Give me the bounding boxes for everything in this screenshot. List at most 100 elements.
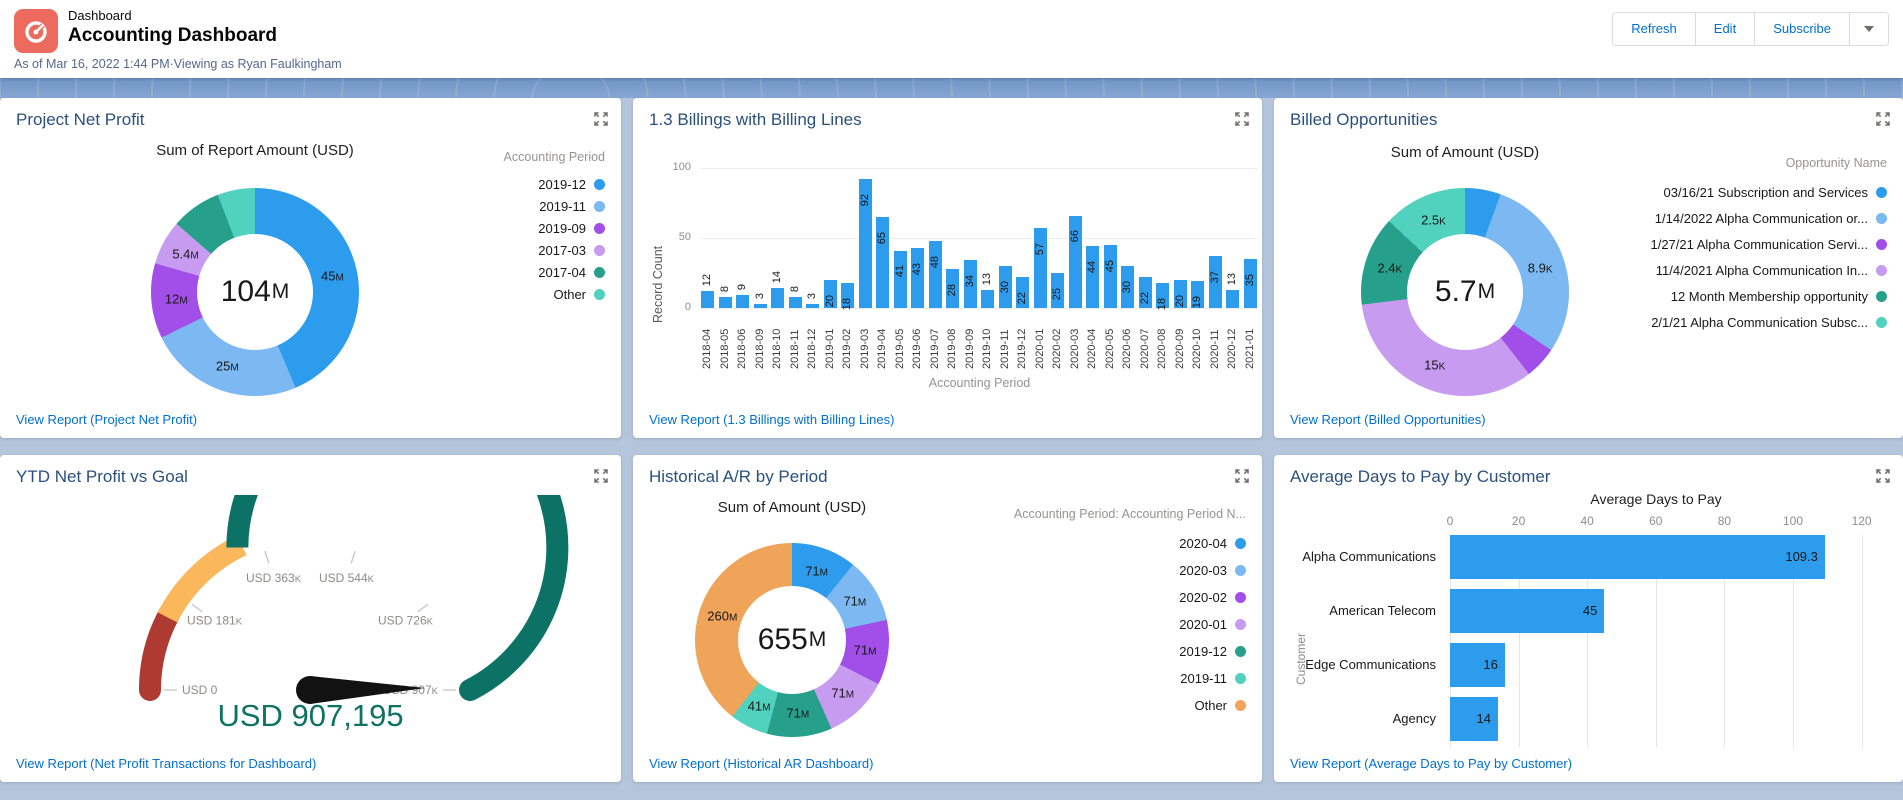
gauge-tick-label: USD 544K bbox=[319, 571, 375, 585]
legend-color-dot bbox=[1235, 673, 1246, 684]
bar-value-label: 44 bbox=[1086, 261, 1099, 273]
legend-color-dot bbox=[594, 245, 605, 256]
x-axis-ticks: 020406080100120 bbox=[1450, 514, 1890, 528]
legend-item-label: 2017-03 bbox=[538, 243, 586, 258]
widget-title: Project Net Profit bbox=[16, 110, 145, 130]
view-report-link[interactable]: View Report (Net Profit Transactions for… bbox=[16, 756, 316, 771]
bar-value-label: 92 bbox=[859, 194, 872, 206]
bar[interactable] bbox=[736, 295, 749, 308]
view-report-link[interactable]: View Report (Average Days to Pay by Cust… bbox=[1290, 756, 1572, 771]
bar[interactable] bbox=[1034, 228, 1047, 308]
bar-slot: 44 bbox=[1086, 168, 1099, 308]
bar[interactable] bbox=[754, 304, 767, 308]
gauge-arc-segment bbox=[237, 495, 557, 690]
gauge-arc-segment bbox=[150, 613, 170, 690]
bar[interactable] bbox=[929, 241, 942, 308]
bar-value-label: 109.3 bbox=[1785, 535, 1818, 579]
legend-item: 2020-04 bbox=[1014, 530, 1246, 557]
x-axis-label: 2020-08 bbox=[1156, 311, 1169, 369]
bar[interactable]: 45 bbox=[1450, 589, 1604, 633]
gauge-tick-label: USD 726K bbox=[378, 614, 434, 628]
view-report-link[interactable]: View Report (Historical AR Dashboard) bbox=[649, 756, 873, 771]
y-tick-label: 0 bbox=[657, 301, 691, 313]
refresh-button[interactable]: Refresh bbox=[1613, 13, 1696, 45]
bar[interactable] bbox=[1104, 245, 1117, 308]
bar[interactable]: 109.3 bbox=[1450, 535, 1825, 579]
expand-icon[interactable] bbox=[1235, 469, 1249, 486]
view-report-link[interactable]: View Report (1.3 Billings with Billing L… bbox=[649, 412, 894, 427]
bar-row: 109.3 bbox=[1450, 535, 1890, 579]
legend-item-label: 2020-04 bbox=[1179, 536, 1227, 551]
expand-icon[interactable] bbox=[594, 112, 608, 129]
bar-value-label: 45 bbox=[1104, 260, 1117, 272]
bar-slot: 37 bbox=[1209, 168, 1222, 308]
hbar-plot: 109.3 45 16 14 bbox=[1450, 535, 1890, 747]
bar-slot: 57 bbox=[1034, 168, 1047, 308]
x-axis-label: 2019-03 bbox=[859, 311, 872, 369]
expand-icon[interactable] bbox=[594, 469, 608, 486]
bar-slot: 18 bbox=[1156, 168, 1169, 308]
legend-color-dot bbox=[594, 223, 605, 234]
bar[interactable]: 16 bbox=[1450, 643, 1505, 687]
legend-item-label: 2017-04 bbox=[538, 265, 586, 280]
legend-color-dot bbox=[594, 201, 605, 212]
bar-slot: 30 bbox=[999, 168, 1012, 308]
bar[interactable] bbox=[1086, 246, 1099, 308]
bar[interactable] bbox=[894, 251, 907, 308]
bar-slot: 22 bbox=[1016, 168, 1029, 308]
edit-button[interactable]: Edit bbox=[1696, 13, 1755, 45]
gauge-chart[interactable]: USD 0USD 907KUSD 181KUSD 363KUSD 544KUSD… bbox=[0, 495, 620, 713]
y-tick-label: 50 bbox=[657, 231, 691, 243]
bar-slot: 8 bbox=[719, 168, 732, 308]
donut-center-value: 104M bbox=[151, 188, 359, 396]
bar-value-label: 3 bbox=[754, 293, 767, 299]
bar-value-label: 22 bbox=[1139, 292, 1152, 304]
legend-item: 03/16/21 Subscription and Services bbox=[1650, 179, 1887, 205]
widget-title: YTD Net Profit vs Goal bbox=[16, 467, 188, 487]
x-tick-label: 100 bbox=[1783, 514, 1803, 528]
bar-series: 1289314832018926541434828341330225725664… bbox=[701, 168, 1258, 308]
bar-value-label: 20 bbox=[824, 295, 837, 307]
legend-item: 11/4/2021 Alpha Communication In... bbox=[1650, 257, 1887, 283]
bar[interactable] bbox=[719, 297, 732, 308]
bar[interactable] bbox=[981, 290, 994, 308]
bar-slot: 3 bbox=[754, 168, 767, 308]
subscribe-button[interactable]: Subscribe bbox=[1755, 13, 1850, 45]
view-report-link[interactable]: View Report (Project Net Profit) bbox=[16, 412, 197, 427]
x-axis-label: 2019-10 bbox=[981, 311, 994, 369]
bar-value-label: 16 bbox=[1483, 643, 1497, 687]
x-axis-title: Accounting Period bbox=[701, 376, 1258, 390]
bar-value-label: 19 bbox=[1191, 296, 1204, 308]
legend-header: Accounting Period: Accounting Period N..… bbox=[1014, 507, 1246, 521]
bar-slot: 48 bbox=[929, 168, 942, 308]
legend-item: 2020-02 bbox=[1014, 584, 1246, 611]
bar[interactable] bbox=[771, 288, 784, 308]
legend-item: 2020-03 bbox=[1014, 557, 1246, 584]
bar[interactable] bbox=[789, 297, 802, 308]
x-tick-label: 40 bbox=[1581, 514, 1594, 528]
bar-slot: 66 bbox=[1069, 168, 1082, 308]
bar[interactable] bbox=[701, 291, 714, 308]
legend-color-dot bbox=[1876, 187, 1887, 198]
bar-value-label: 41 bbox=[894, 265, 907, 277]
bar-value-label: 18 bbox=[1156, 298, 1169, 310]
more-actions-button[interactable] bbox=[1850, 13, 1888, 45]
view-report-link[interactable]: View Report (Billed Opportunities) bbox=[1290, 412, 1486, 427]
legend-item: 2017-03 bbox=[504, 239, 605, 261]
x-tick-label: 0 bbox=[1447, 514, 1454, 528]
legend-item-label: 1/14/2022 Alpha Communication or... bbox=[1655, 211, 1868, 226]
x-axis-label: 2018-10 bbox=[771, 311, 784, 369]
bar[interactable] bbox=[1226, 290, 1239, 308]
gauge-glyph bbox=[22, 17, 50, 45]
legend-item-label: 11/4/2021 Alpha Communication In... bbox=[1656, 263, 1868, 278]
bar[interactable]: 14 bbox=[1450, 697, 1498, 741]
x-axis-label: 2018-04 bbox=[701, 311, 714, 369]
bar[interactable] bbox=[911, 248, 924, 308]
bar[interactable] bbox=[876, 217, 889, 308]
legend-header: Opportunity Name bbox=[1650, 156, 1887, 170]
legend-color-dot bbox=[1876, 317, 1887, 328]
expand-icon[interactable] bbox=[1876, 469, 1890, 486]
expand-icon[interactable] bbox=[1876, 112, 1890, 129]
bar[interactable] bbox=[806, 304, 819, 308]
expand-icon[interactable] bbox=[1235, 112, 1249, 129]
